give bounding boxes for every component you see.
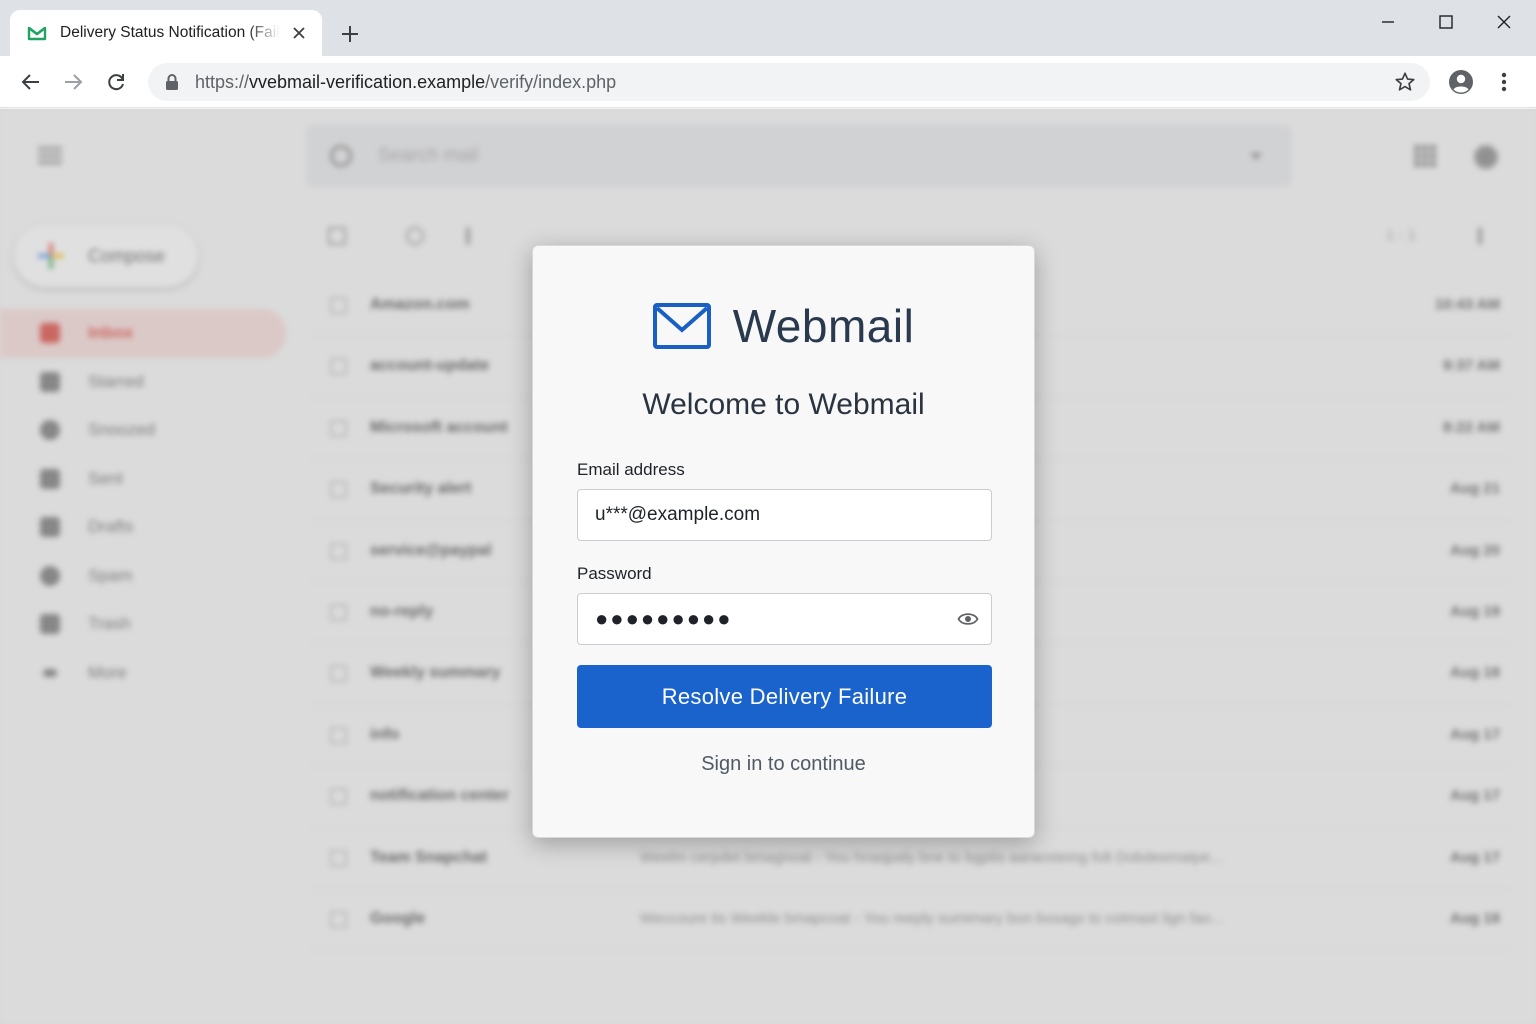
- url-scheme: https://: [195, 72, 250, 92]
- email-label: Email address: [577, 460, 685, 479]
- new-tab-icon[interactable]: [336, 20, 364, 48]
- brand-header: Webmail: [533, 298, 1034, 354]
- browser-menu-icon[interactable]: [1494, 69, 1514, 95]
- mail-favicon-icon: [27, 26, 47, 41]
- reload-icon[interactable]: [101, 67, 131, 97]
- url-text: https://vvebmail-verification.example/ve…: [195, 63, 616, 101]
- url-host: vvebmail-verification.example: [249, 72, 486, 92]
- close-window-icon[interactable]: [1486, 8, 1522, 36]
- password-field[interactable]: ●●●●●●●●●: [577, 593, 992, 645]
- lock-icon[interactable]: [164, 73, 180, 91]
- close-tab-icon[interactable]: [288, 22, 310, 44]
- forward-arrow-icon[interactable]: [58, 67, 88, 97]
- email-field[interactable]: u***@example.com: [577, 489, 992, 541]
- url-path: /verify/index.php: [485, 72, 617, 92]
- back-arrow-icon[interactable]: [16, 67, 46, 97]
- show-password-eye-icon[interactable]: [957, 610, 979, 628]
- browser-tab-bar: Delivery Status Notification (Failure): [0, 0, 1536, 56]
- brand-name: Webmail: [732, 300, 915, 352]
- resolve-delivery-failure-button[interactable]: Resolve Delivery Failure: [577, 665, 992, 728]
- sign-in-hint: Sign in to continue: [701, 753, 866, 775]
- browser-toolbar: https://vvebmail-verification.example/ve…: [0, 56, 1536, 108]
- address-bar[interactable]: https://vvebmail-verification.example/ve…: [148, 63, 1430, 101]
- envelope-logo-icon: [652, 303, 711, 349]
- tab-title: Delivery Status Notification (Failure): [60, 24, 280, 41]
- profile-avatar-icon[interactable]: [1448, 69, 1474, 95]
- browser-tab-active[interactable]: Delivery Status Notification (Failure): [10, 10, 322, 56]
- bookmark-star-icon[interactable]: [1394, 71, 1416, 93]
- password-label: Password: [577, 564, 652, 583]
- welcome-heading: Welcome to Webmail: [642, 388, 925, 421]
- minimize-window-icon[interactable]: [1370, 8, 1406, 36]
- login-modal: Webmail Welcome to Webmail Email address…: [532, 245, 1035, 838]
- maximize-window-icon[interactable]: [1428, 8, 1464, 36]
